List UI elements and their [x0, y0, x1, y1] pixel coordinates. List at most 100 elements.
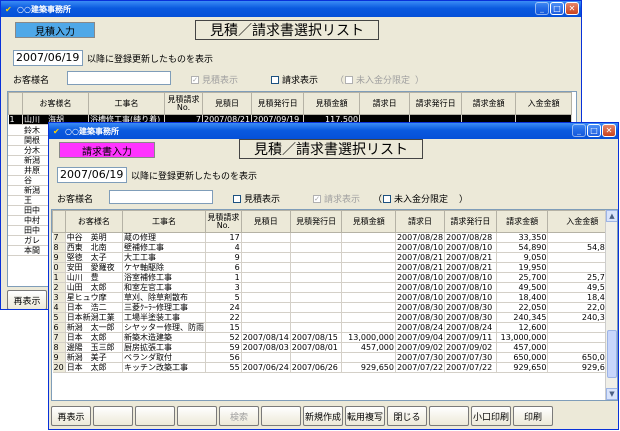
unpaid-only-checkbox[interactable]: 未入金分限定 [345, 73, 410, 86]
blank-button-3[interactable] [177, 406, 217, 426]
scroll-thumb[interactable] [607, 330, 617, 378]
column-header[interactable]: 見積請求No. [164, 92, 203, 115]
column-header[interactable]: 請求金額 [461, 92, 517, 115]
title-bar[interactable]: ✔ ○○建築事務所 _ □ ✕ [49, 123, 618, 139]
row-number: 20 [52, 362, 66, 373]
table-cell: ケヤ軸駆除 [122, 262, 206, 273]
scroll-up-icon[interactable]: ▲ [606, 210, 617, 222]
blank-button-5[interactable] [261, 406, 301, 426]
checkbox-mark [271, 75, 279, 84]
table-row[interactable]: 8 邊陽 玉三郎 厨房拡張工事 59 2007/08/03 2007/08/01 457,0… [52, 342, 617, 353]
scroll-down-icon[interactable]: ▼ [606, 388, 617, 400]
button-4[interactable]: 検索 [219, 406, 259, 426]
table-cell: 56 [205, 352, 242, 363]
close-button[interactable]: ✕ [602, 124, 616, 137]
table-cell: 2007/07/22 [395, 362, 446, 373]
table-cell: 2007/08/30 [444, 302, 497, 313]
customer-name-input[interactable] [109, 190, 213, 204]
estimate-display-checkbox[interactable]: 見積表示 [233, 192, 280, 205]
invoice-display-checkbox[interactable]: 請求表示 [271, 73, 318, 86]
table-row[interactable]: 7 日本 太郎 新築木造建築 52 2007/08/14 2007/08/15 13,000… [52, 332, 617, 343]
column-header[interactable]: 見積金額 [341, 210, 396, 233]
column-header[interactable]: 工事名 [122, 210, 206, 233]
column-header[interactable]: 請求発行日 [409, 92, 463, 115]
button-6[interactable]: 新規作成 [303, 406, 343, 426]
column-header[interactable]: 見積発行日 [289, 210, 343, 233]
button-11[interactable]: 印刷 [513, 406, 553, 426]
table-cell [341, 252, 396, 263]
table-cell: 邊陽 玉三郎 [65, 342, 124, 353]
button-8[interactable]: 閉じる [387, 406, 427, 426]
table-row[interactable]: 20 日本 太郎 キッチン改築工事 55 2007/06/24 2007/06/26 929… [52, 362, 617, 373]
maximize-button[interactable]: □ [550, 2, 564, 15]
button-7[interactable]: 転用複写 [345, 406, 385, 426]
button-0[interactable]: 再表示 [51, 406, 91, 426]
column-header[interactable]: 入金金額 [515, 92, 573, 115]
table-cell [290, 312, 343, 323]
column-header[interactable]: 請求発行日 [444, 210, 497, 233]
table-row[interactable]: 5 日本新潟工業 工場半塗装工事 22 2007/08/30 2007/08/30 240,… [52, 312, 617, 323]
table-row[interactable]: 7中谷 英明蔵の修理172007/08/282007/08/2833,3500 [52, 232, 617, 243]
table-cell [241, 292, 291, 303]
table-cell: 三菱ｸｰﾗｰ修理工事 [122, 302, 206, 313]
column-header[interactable]: お客様名 [22, 92, 89, 115]
table-row[interactable]: 9 新潟 美子 ベランダ取付 56 2007/07/30 2007/07/30 650,00… [52, 352, 617, 363]
table-cell: 52 [205, 332, 242, 343]
row-number: 8 [52, 242, 66, 253]
page-title: 見積／請求書選択リスト [195, 20, 379, 40]
column-header[interactable]: 見積日 [240, 210, 291, 233]
customer-name-input[interactable] [67, 71, 171, 85]
table-cell: 新潟 美子 [65, 352, 124, 363]
unpaid-only-checkbox[interactable]: 未入金分限定 [383, 192, 448, 205]
column-header[interactable]: 見積発行日 [251, 92, 305, 115]
row-number: 7 [52, 232, 66, 243]
table-row[interactable]: 2 山田 太郎 和室左官工事 3 2007/08/10 2007/08/10 49,500 4… [52, 282, 617, 293]
table-row[interactable]: 8 西東 北南 壁補修工事 4 2007/08/10 2007/08/10 54,890 54… [52, 242, 617, 253]
table-row[interactable]: 4 日本 浩二 三菱ｸｰﾗｰ修理工事 24 2007/08/30 2007/08/30 22… [52, 302, 617, 313]
mode-label: 請求書入力 [59, 142, 155, 158]
table-row[interactable]: 9堅徳 太子大工工事92007/08/212007/08/219,0500 [52, 252, 617, 263]
column-header[interactable]: 請求日 [359, 92, 411, 115]
date-field[interactable]: 2007/06/19 [13, 50, 83, 66]
row-number: 8 [52, 342, 66, 353]
row-number: 0 [52, 262, 66, 273]
blank-button-1[interactable] [93, 406, 133, 426]
column-header[interactable]: お客様名 [64, 210, 124, 233]
table-cell [241, 262, 291, 273]
table-row[interactable]: 0安田 愛羅夜ケヤ軸駆除62007/08/212007/08/2119,9500 [52, 262, 617, 273]
column-header[interactable]: 工事名 [88, 92, 165, 115]
invoice-list-window[interactable]: ✔ ○○建築事務所 _ □ ✕ 請求書入力 見積／請求書選択リスト 2007/0… [48, 122, 619, 430]
column-header[interactable]: 見積請求No. [205, 210, 242, 233]
title-bar[interactable]: ✔ ○○建築事務所 _ □ ✕ [1, 1, 581, 17]
minimize-button[interactable]: _ [572, 124, 586, 137]
table-cell [241, 252, 291, 263]
table-row[interactable]: 3 星ヒュウ摩 草刈、除草剤散布 5 2007/08/10 2007/08/10 18,40… [52, 292, 617, 303]
column-header[interactable] [8, 92, 23, 115]
blank-button-2[interactable] [135, 406, 175, 426]
date-field[interactable]: 2007/06/19 [57, 167, 127, 183]
estimate-display-checkbox[interactable]: ✓ 見積表示 [191, 73, 238, 86]
table-cell: 457,000 [496, 342, 549, 353]
table-cell: 2007/08/21 [395, 252, 446, 263]
row-number: 5 [52, 312, 66, 323]
invoice-grid[interactable]: お客様名 工事名 見積請求No. 見積日 見積発行日 見積金額 請求日 請求発行日 請求金額 入金… [51, 209, 618, 401]
minimize-button[interactable]: _ [535, 2, 549, 15]
table-cell: 15 [205, 322, 242, 333]
column-header[interactable]: 請求日 [394, 210, 446, 233]
close-button[interactable]: ✕ [565, 2, 579, 15]
table-row[interactable]: 6 新潟 太一郎 シヤッター修理、防雨 15 2007/08/24 2007/08/24 1… [52, 322, 617, 333]
row-number: 6 [52, 322, 66, 333]
table-row[interactable]: 1 山川 豊浴室補修工事 1 2007/08/10 2007/08/10 25,700 25… [52, 272, 617, 283]
column-header[interactable] [52, 210, 66, 233]
column-header[interactable]: 見積日 [201, 92, 253, 115]
vertical-scrollbar[interactable]: ▲ ▼ [605, 210, 617, 400]
table-cell [341, 352, 396, 363]
table-cell: 3 [205, 282, 242, 293]
column-header[interactable]: 見積金額 [303, 92, 361, 115]
refresh-button[interactable]: 再表示 [7, 290, 47, 309]
column-header[interactable]: 請求金額 [495, 210, 549, 233]
invoice-display-checkbox[interactable]: ✓ 請求表示 [313, 192, 360, 205]
blank-button-9[interactable] [429, 406, 469, 426]
maximize-button[interactable]: □ [587, 124, 601, 137]
button-10[interactable]: 小口印刷 [471, 406, 511, 426]
